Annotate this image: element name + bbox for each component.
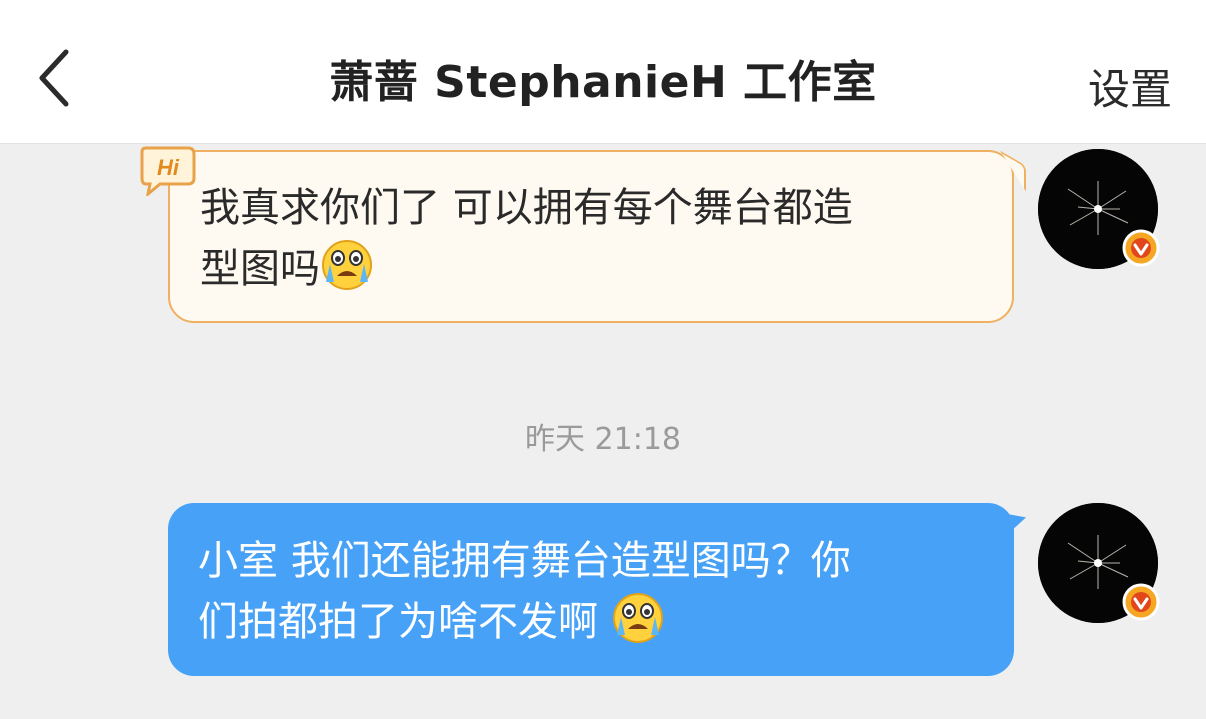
settings-button[interactable]: 设置 (1088, 56, 1172, 117)
verified-badge-icon (1122, 229, 1160, 267)
bubble-tail (1000, 150, 1026, 191)
crying-face-icon (612, 593, 663, 643)
hi-badge-icon: Hi (140, 146, 196, 196)
crying-face-icon (322, 240, 372, 290)
hi-badge-text: Hi (157, 155, 180, 180)
bubble-tail (1002, 513, 1026, 535)
timestamp: 昨天 21:18 (525, 422, 681, 457)
message-line: 型图吗 (200, 238, 982, 299)
verified-badge-icon (1122, 583, 1160, 621)
message-bubble-hi[interactable]: 我真求你们了 可以拥有每个舞台都造 型图吗 (168, 150, 1014, 323)
message-line: 小室 我们还能拥有舞台造型图吗？你 (198, 538, 851, 584)
avatar[interactable] (1038, 149, 1160, 269)
message-line: 我真求你们了 可以拥有每个舞台都造 (200, 185, 853, 231)
chevron-left-icon (39, 49, 69, 107)
avatar[interactable] (1038, 503, 1160, 623)
message-bubble-blue[interactable]: 小室 我们还能拥有舞台造型图吗？你 们拍都拍了为啥不发啊 (168, 503, 1026, 676)
message-text: 型图吗 (200, 246, 320, 292)
message-text: 们拍都拍了为啥不发啊 (198, 599, 611, 645)
message-line: 们拍都拍了为啥不发啊 (198, 591, 984, 652)
back-button[interactable] (34, 48, 74, 108)
page-title: 萧蔷 StephanieH 工作室 (329, 57, 877, 108)
top-nav-bar: 萧蔷 StephanieH 工作室 设置 (0, 0, 1206, 144)
